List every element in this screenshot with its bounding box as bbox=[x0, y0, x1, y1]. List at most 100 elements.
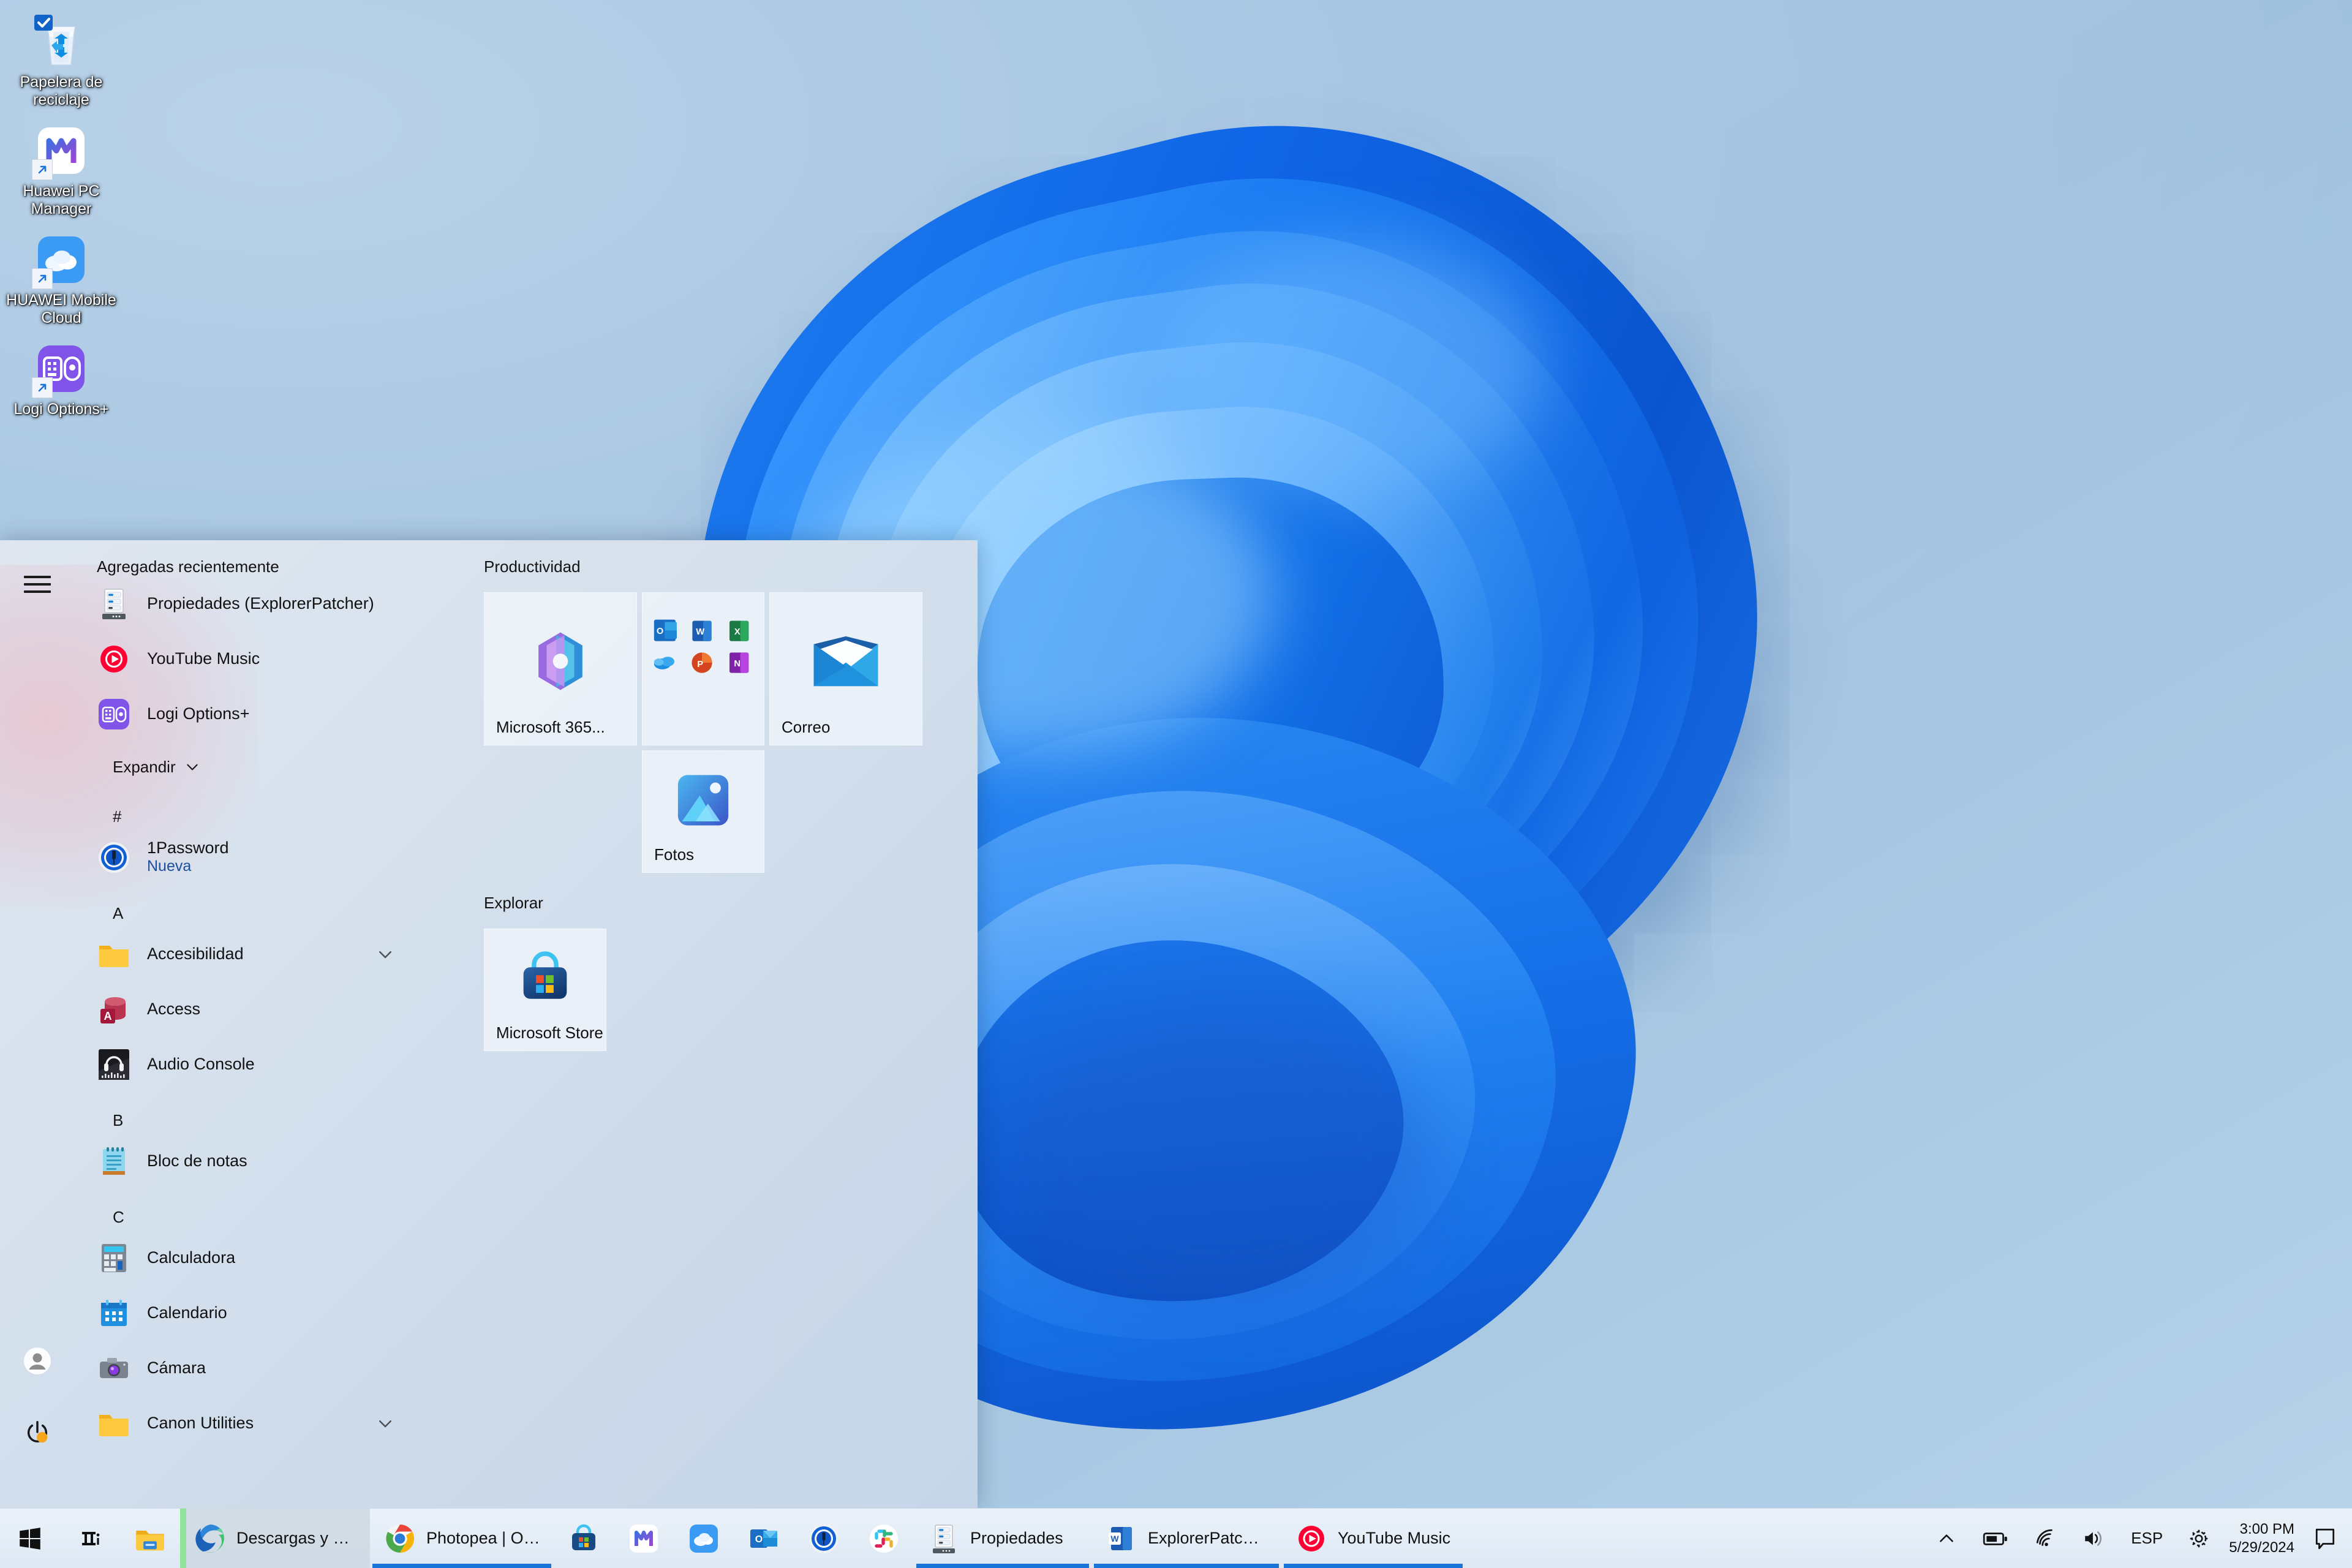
taskbar-item-word[interactable]: W ExplorerPatcher - W... bbox=[1091, 1509, 1281, 1568]
recent-item-youtube-music[interactable]: YouTube Music bbox=[75, 631, 405, 687]
app-item-label: Calculadora bbox=[147, 1248, 236, 1267]
app-item-1password[interactable]: 1Password Nueva bbox=[75, 830, 405, 885]
tile-office-apps-group[interactable]: O W X P N bbox=[642, 592, 764, 745]
clock-time: 3:00 PM bbox=[2239, 1520, 2294, 1537]
app-item-label: 1Password bbox=[147, 838, 229, 857]
system-tray[interactable]: ESP 3:00 PM 5/29/2024 bbox=[1924, 1509, 2352, 1568]
mail-icon bbox=[810, 633, 882, 693]
app-item-accesibilidad[interactable]: Accesibilidad bbox=[75, 927, 405, 982]
taskbar-item-huawei-mobile-cloud[interactable] bbox=[674, 1509, 734, 1568]
start-menu-tiles[interactable]: Productividad Microsoft 365... O W X P N… bbox=[484, 540, 978, 1508]
app-item-calendario[interactable]: Calendario bbox=[75, 1286, 405, 1341]
taskbar-item-outlook[interactable]: O bbox=[734, 1509, 794, 1568]
tile-label: Microsoft 365... bbox=[496, 718, 605, 736]
desktop-icon-huawei-pc-manager[interactable]: Huawei PC Manager bbox=[0, 115, 123, 224]
tile-fotos[interactable]: Fotos bbox=[642, 750, 764, 873]
shortcut-overlay-icon bbox=[32, 159, 53, 180]
taskbar-item-slack[interactable] bbox=[854, 1509, 914, 1568]
app-item-calculadora[interactable]: Calculadora bbox=[75, 1231, 405, 1286]
microsoft-store-icon bbox=[567, 1522, 600, 1555]
app-item-access[interactable]: A Access bbox=[75, 982, 405, 1037]
shortcut-overlay-icon bbox=[32, 377, 53, 398]
calendar-icon bbox=[97, 1296, 131, 1330]
app-item-camara[interactable]: Cámara bbox=[75, 1341, 405, 1396]
svg-text:W: W bbox=[696, 627, 704, 637]
slack-icon bbox=[867, 1522, 900, 1555]
desktop-icon-label: HUAWEI Mobile Cloud bbox=[6, 292, 116, 326]
user-account-icon[interactable] bbox=[0, 1325, 75, 1396]
youtube-music-icon bbox=[97, 642, 131, 676]
notification-icon[interactable] bbox=[2305, 1509, 2352, 1568]
taskbar-item-microsoft-store[interactable] bbox=[554, 1509, 614, 1568]
notepad-icon bbox=[97, 1144, 131, 1178]
tile-microsoft-store[interactable]: Microsoft Store bbox=[484, 929, 606, 1051]
huawei-pc-manager-icon bbox=[32, 123, 89, 180]
start-button[interactable] bbox=[0, 1509, 60, 1568]
tile-correo[interactable]: Correo bbox=[769, 592, 922, 745]
taskbar-item-edge[interactable]: Descargas y 2 pági... bbox=[180, 1509, 370, 1568]
windows-logo-icon bbox=[20, 1527, 40, 1550]
app-item-label: Calendario bbox=[147, 1303, 227, 1322]
chrome-icon bbox=[383, 1522, 417, 1555]
start-menu-app-list[interactable]: Agregadas recientemente Propiedades (Exp… bbox=[75, 540, 405, 1508]
taskbar[interactable]: Descargas y 2 pági... Photopea | Online … bbox=[0, 1508, 2352, 1568]
desktop-icon-label: Logi Options+ bbox=[13, 401, 109, 418]
recently-added-header: Agregadas recientemente bbox=[97, 557, 279, 576]
recent-item-propiedades[interactable]: Propiedades (ExplorerPatcher) bbox=[75, 576, 405, 631]
desktop-icon-label: Papelera de reciclaje bbox=[20, 74, 103, 108]
taskbar-item-chrome[interactable]: Photopea | Online ... bbox=[370, 1509, 554, 1568]
office-apps-group-icon: O W X P N bbox=[654, 619, 749, 673]
wifi-icon[interactable] bbox=[2022, 1509, 2070, 1568]
huawei-pc-manager-icon bbox=[627, 1522, 660, 1555]
outlook-icon: O bbox=[747, 1522, 780, 1555]
desktop[interactable]: Papelera de reciclaje Huawei PC Manager bbox=[0, 0, 2352, 1568]
taskbar-item-huawei-pc-manager[interactable] bbox=[614, 1509, 674, 1568]
tile-microsoft-365[interactable]: Microsoft 365... bbox=[484, 592, 637, 745]
recent-item-logi-options[interactable]: Logi Options+ bbox=[75, 687, 405, 742]
taskbar-item-1password[interactable] bbox=[794, 1509, 854, 1568]
alpha-header-c: C bbox=[113, 1208, 124, 1226]
word-icon: W bbox=[1105, 1522, 1138, 1555]
chevron-up-icon[interactable] bbox=[1924, 1509, 1969, 1568]
svg-text:W: W bbox=[1110, 1534, 1119, 1544]
microsoft-365-icon bbox=[526, 627, 595, 699]
svg-text:A: A bbox=[104, 1010, 112, 1022]
onepassword-icon bbox=[807, 1522, 840, 1555]
expand-button[interactable]: Expandir bbox=[75, 745, 405, 788]
language-indicator[interactable]: ESP bbox=[2119, 1509, 2175, 1568]
microsoft-store-icon bbox=[516, 949, 575, 1011]
gear-icon[interactable] bbox=[2175, 1509, 2223, 1568]
clock[interactable]: 3:00 PM 5/29/2024 bbox=[2223, 1520, 2305, 1557]
taskbar-item-propiedades[interactable]: Propiedades bbox=[914, 1509, 1091, 1568]
tile-label: Correo bbox=[782, 718, 831, 736]
folder-icon bbox=[97, 1406, 131, 1441]
taskbar-item-youtube-music[interactable]: YouTube Music bbox=[1281, 1509, 1465, 1568]
power-icon[interactable] bbox=[0, 1396, 75, 1468]
alpha-header-a: A bbox=[113, 904, 124, 922]
task-view-icon[interactable] bbox=[60, 1509, 120, 1568]
access-icon: A bbox=[97, 992, 131, 1027]
logi-options-icon bbox=[32, 341, 89, 398]
battery-icon[interactable] bbox=[1969, 1509, 2022, 1568]
clock-date: 5/29/2024 bbox=[2229, 1539, 2294, 1556]
app-item-canon-utilities[interactable]: Canon Utilities bbox=[75, 1396, 405, 1451]
tile-label: Fotos bbox=[654, 845, 695, 864]
start-menu[interactable]: Agregadas recientemente Propiedades (Exp… bbox=[0, 540, 978, 1508]
app-item-label: Canon Utilities bbox=[147, 1414, 254, 1433]
desktop-icon-logi-options[interactable]: Logi Options+ bbox=[0, 333, 123, 424]
chevron-down-icon[interactable] bbox=[376, 1414, 394, 1433]
recent-item-label: Propiedades (ExplorerPatcher) bbox=[147, 594, 374, 613]
chevron-down-icon[interactable] bbox=[376, 945, 394, 963]
app-item-label: Accesibilidad bbox=[147, 944, 244, 963]
hamburger-icon[interactable] bbox=[0, 549, 75, 620]
speaker-icon[interactable] bbox=[2070, 1509, 2119, 1568]
app-item-bloc-de-notas[interactable]: Bloc de notas bbox=[75, 1134, 405, 1189]
taskbar-item-label: ExplorerPatcher - W... bbox=[1148, 1529, 1268, 1547]
desktop-icon-recycle-bin[interactable]: Papelera de reciclaje bbox=[0, 6, 123, 115]
desktop-icon-huawei-mobile-cloud[interactable]: HUAWEI Mobile Cloud bbox=[0, 224, 123, 333]
edge-icon bbox=[194, 1522, 227, 1555]
desktop-icon-label: Huawei PC Manager bbox=[23, 183, 100, 217]
huawei-mobile-cloud-icon bbox=[32, 232, 89, 289]
file-explorer-icon[interactable] bbox=[120, 1509, 180, 1568]
app-item-audio-console[interactable]: Audio Console bbox=[75, 1037, 405, 1092]
